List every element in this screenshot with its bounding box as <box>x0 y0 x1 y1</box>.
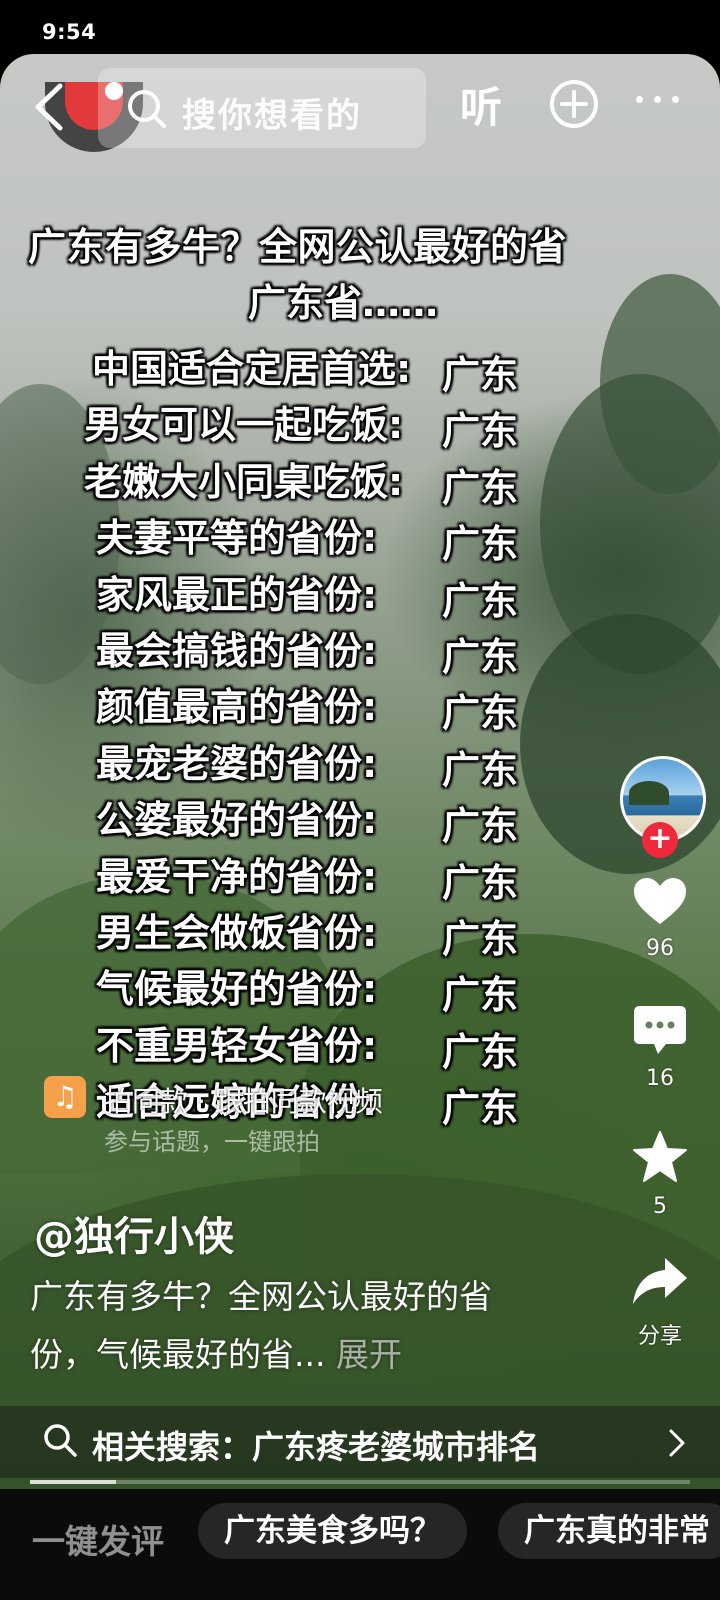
chevron-left-icon <box>35 83 63 131</box>
related-search-text: 相关搜索：广东疼老婆城市排名 <box>92 1428 541 1466</box>
overlay-row-value: 广东 <box>442 522 519 567</box>
overlay-row-value: 广东 <box>442 353 519 397</box>
overlay-row-value: 广东 <box>442 1029 519 1074</box>
tree-canopy <box>520 614 720 874</box>
suggestion-chip[interactable]: 广东美食多吗？ <box>198 1503 467 1559</box>
add-button[interactable] <box>548 78 600 134</box>
bottom-comment-bar: 一键发评 广东美食多吗？ 广东真的非常 <box>0 1489 720 1600</box>
favorite-count: 5 <box>653 1194 667 1219</box>
like-count: 96 <box>646 936 674 961</box>
status-bar: 9:54 <box>0 0 720 56</box>
overlay-row-label: 最会搞钱的省份: <box>96 629 378 673</box>
progress-fill <box>30 1480 116 1484</box>
overlay-row-label: 不重男轻女省份: <box>96 1023 378 1068</box>
listen-button[interactable]: 听 <box>460 74 502 135</box>
overlay-row-value: 广东 <box>442 465 519 510</box>
more-dot-icon <box>672 96 679 103</box>
overlay-row-value: 广东 <box>442 1086 519 1131</box>
comment-button[interactable]: 16 <box>610 1004 710 1091</box>
comment-icon <box>634 1006 686 1054</box>
overlay-row-label: 男女可以一起吃饭: <box>84 403 404 448</box>
related-search-bar[interactable]: 相关搜索：广东疼老婆城市排名 <box>0 1406 720 1478</box>
search-icon <box>128 90 166 128</box>
search-placeholder: 搜你想看的 <box>182 96 362 136</box>
description-text: 广东有多牛？全网公认最好的省份，气候最好的省... <box>30 1277 492 1374</box>
overlay-row-value: 广东 <box>442 578 519 623</box>
search-input[interactable]: 搜你想看的 <box>98 68 426 148</box>
expand-button[interactable]: 展开 <box>336 1335 402 1374</box>
video-progress-bar[interactable] <box>30 1480 690 1484</box>
search-icon <box>44 1424 77 1457</box>
post-description: 广东有多牛？全网公认最好的省份，气候最好的省... 展开 <box>30 1268 550 1384</box>
avatar-island <box>629 781 669 805</box>
author-name[interactable]: @独行小侠 <box>34 1204 234 1262</box>
overlay-row-value: 广东 <box>442 691 519 736</box>
share-arrow-icon <box>633 1258 687 1304</box>
plus-circle-icon <box>550 80 598 128</box>
overlay-row-label: 颜值最高的省份: <box>96 685 378 730</box>
music-subtext: 参与话题，一键跟拍 <box>104 1128 320 1156</box>
overlay-row-value: 广东 <box>442 917 519 961</box>
overlay-title: 广东有多牛？全网公认最好的省 <box>28 225 568 269</box>
like-button[interactable]: 96 <box>610 876 710 961</box>
music-text: 拍同款 · 跟拍同款视频 <box>104 1085 383 1118</box>
overlay-row-label: 气候最好的省份: <box>96 967 378 1012</box>
follow-button[interactable]: + <box>642 822 678 858</box>
overlay-row-label: 公婆最好的省份: <box>96 798 378 843</box>
music-note-icon: ♫ <box>44 1076 86 1118</box>
share-button[interactable]: 分享 <box>610 1256 710 1350</box>
top-bar: 搜你想看的 听 <box>0 54 720 154</box>
overlay-row-value: 广东 <box>442 409 519 454</box>
overlay-row-label: 中国适合定居首选: <box>92 347 412 391</box>
overlay-row-value: 广东 <box>442 804 519 849</box>
overlay-row-label: 最爱干净的省份: <box>96 854 378 899</box>
suggestion-chip[interactable]: 广东真的非常 <box>498 1503 720 1559</box>
status-time: 9:54 <box>42 20 97 44</box>
share-label: 分享 <box>637 1324 682 1349</box>
favorite-button[interactable]: 5 <box>610 1130 710 1219</box>
overlay-row-label: 最宠老婆的省份: <box>96 741 378 786</box>
overlay-row-value: 广东 <box>442 747 519 792</box>
more-dot-icon <box>654 96 661 103</box>
more-dot-icon <box>636 96 643 103</box>
back-button[interactable] <box>30 82 70 132</box>
heart-icon <box>634 878 686 924</box>
overlay-row-label: 男生会做饭省份: <box>96 911 378 955</box>
more-button[interactable] <box>636 94 680 104</box>
overlay-row-label: 夫妻平等的省份: <box>96 516 378 561</box>
overlay-row-value: 广东 <box>442 860 519 905</box>
star-icon <box>633 1131 687 1182</box>
comment-count: 16 <box>646 1066 674 1091</box>
chevron-right-icon <box>669 1429 685 1457</box>
overlay-subtitle: 广东省…… <box>248 281 439 325</box>
overlay-row-value: 广东 <box>442 635 519 679</box>
overlay-row-value: 广东 <box>442 973 519 1018</box>
quick-comment-label[interactable]: 一键发评 <box>32 1515 164 1563</box>
overlay-row-label: 老嫩大小同桌吃饭: <box>84 459 404 504</box>
overlay-row-label: 家风最正的省份: <box>96 572 378 617</box>
